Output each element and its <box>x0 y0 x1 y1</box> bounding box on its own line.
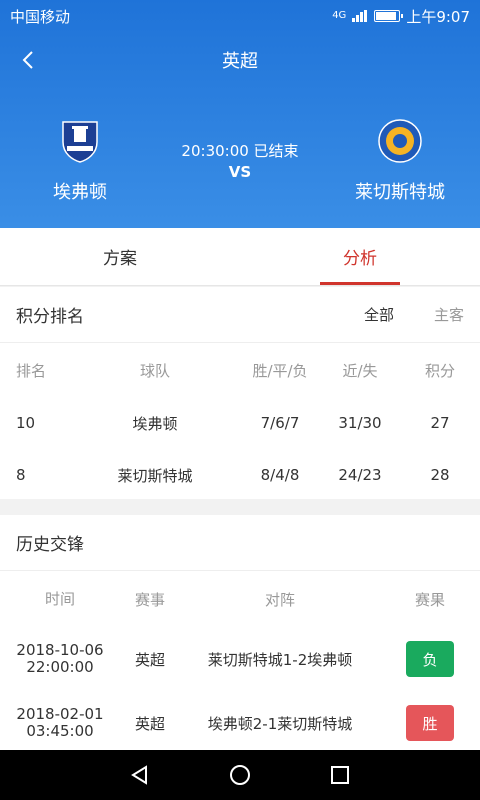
standings-section: 积分排名 全部 主客 排名 球队 胜/平/负 近/失 积分 10 埃弗顿 7/6… <box>0 287 480 499</box>
table-row: 8 莱切斯特城 8/4/8 24/23 28 <box>16 466 450 485</box>
history-header-row: 时间 赛事 对阵 赛果 <box>44 589 445 609</box>
result-badge: 胜 <box>406 705 454 741</box>
clock: 上午9:07 <box>406 7 470 26</box>
head-to-head-section: 历史交锋 时间 赛事 对阵 赛果 2018-10-06 22:00:00 英超 … <box>0 515 480 750</box>
filter-home-away[interactable]: 主客 <box>434 304 464 325</box>
home-circle-icon[interactable] <box>220 755 260 795</box>
match-status: 20:30:00 已结束 <box>181 142 299 160</box>
match-clock: 22:00:00 <box>26 658 94 676</box>
filter-all[interactable]: 全部 <box>364 304 394 325</box>
list-item[interactable]: 2018-02-01 03:45:00 英超 埃弗顿2-1莱切斯特城 胜 <box>0 691 480 750</box>
everton-crest-icon <box>62 121 98 163</box>
tab-plan[interactable]: 方案 <box>0 228 240 285</box>
match-date: 2018-10-06 <box>16 641 104 659</box>
match-clock: 03:45:00 <box>26 722 94 740</box>
competition: 英超 <box>134 650 165 669</box>
tab-bar: 方案 分析 <box>0 228 480 286</box>
fixture: 埃弗顿2-1莱切斯特城 <box>207 714 353 733</box>
nav-bar: 英超 <box>0 32 480 88</box>
carrier-label: 中国移动 <box>10 7 71 26</box>
back-triangle-icon[interactable] <box>120 755 160 795</box>
standings-title: 积分排名 <box>16 307 84 327</box>
match-date: 2018-02-01 <box>16 705 104 723</box>
match-info: 20:30:00 已结束 VS <box>160 140 320 181</box>
result-badge: 负 <box>406 641 454 677</box>
standings-header-row: 排名 球队 胜/平/负 近/失 积分 <box>16 361 455 380</box>
competition: 英超 <box>134 714 165 733</box>
away-team[interactable]: 莱切斯特城 <box>320 118 480 204</box>
fixture: 莱切斯特城1-2埃弗顿 <box>207 650 353 669</box>
signal-bars-icon <box>352 10 368 22</box>
battery-icon <box>374 10 404 22</box>
list-item[interactable]: 2018-10-06 22:00:00 英超 莱切斯特城1-2埃弗顿 负 <box>0 627 480 691</box>
tab-analysis[interactable]: 分析 <box>240 228 480 285</box>
back-button[interactable] <box>14 46 42 74</box>
match-header: 中国移动 4G 上午9:07 英超 埃弗顿 20:30:00 已结束 VS 莱切… <box>0 0 480 228</box>
page-title: 英超 <box>222 51 258 72</box>
chevron-left-icon <box>22 51 33 69</box>
table-row: 10 埃弗顿 7/6/7 31/30 27 <box>16 414 450 433</box>
system-nav-bar <box>0 750 480 800</box>
home-team-name: 埃弗顿 <box>53 182 107 203</box>
away-team-name: 莱切斯特城 <box>355 182 445 203</box>
vs-label: VS <box>228 163 252 181</box>
signal-icon: 4G <box>332 10 347 21</box>
leicester-crest-icon <box>378 119 422 163</box>
home-team[interactable]: 埃弗顿 <box>0 118 160 204</box>
history-title: 历史交锋 <box>16 535 84 555</box>
status-bar: 中国移动 4G 上午9:07 <box>0 0 480 32</box>
recents-square-icon[interactable] <box>320 755 360 795</box>
